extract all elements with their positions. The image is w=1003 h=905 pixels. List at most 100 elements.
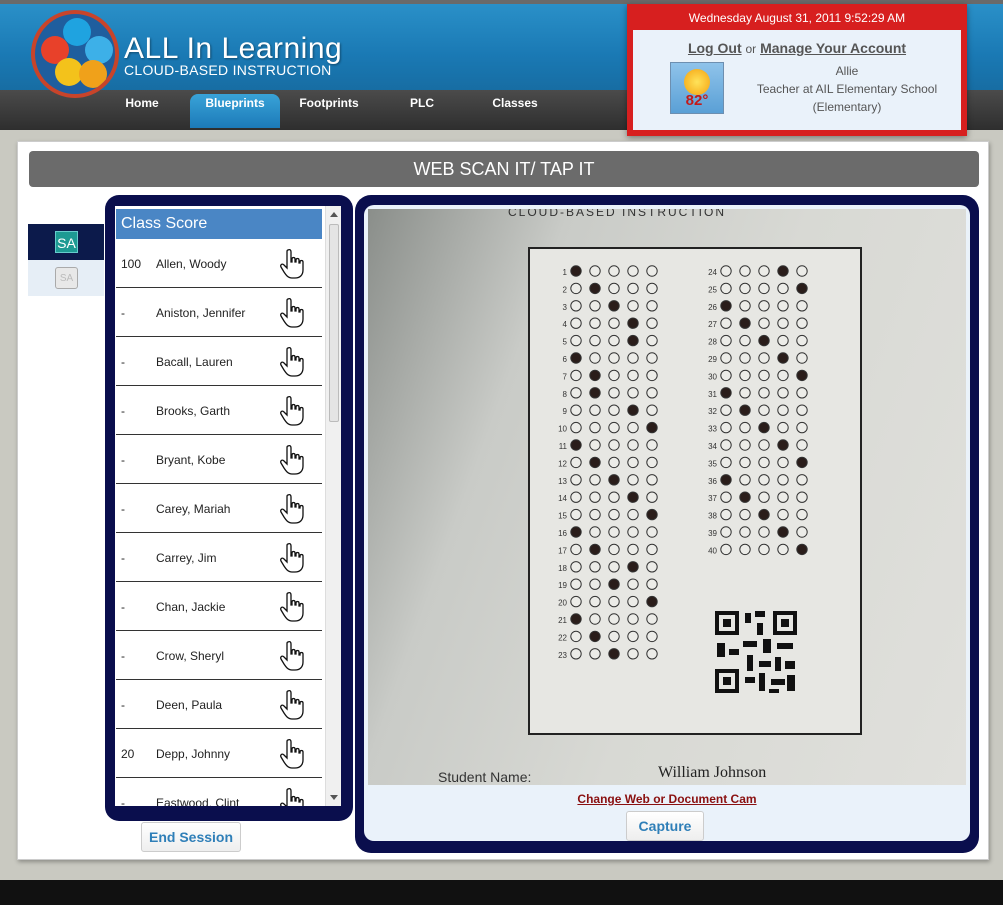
capture-button[interactable]: Capture	[626, 811, 704, 841]
left-bubble	[589, 526, 601, 538]
table-row[interactable]: - Carey, Mariah	[116, 484, 322, 533]
list-scrollbar[interactable]	[325, 206, 341, 806]
student-score: -	[121, 453, 125, 467]
side-tabs: SA SA	[28, 224, 104, 298]
table-row[interactable]: - Aniston, Jennifer	[116, 288, 322, 337]
table-row[interactable]: 100 Allen, Woody	[116, 239, 322, 288]
left-bubble	[627, 474, 639, 486]
right-bubble	[758, 543, 770, 556]
left-bubble	[589, 595, 601, 608]
table-row[interactable]: - Brooks, Garth	[116, 386, 322, 435]
left-bubble	[646, 352, 658, 364]
left-bubble	[570, 421, 582, 434]
nav-plc[interactable]: PLC	[395, 96, 449, 130]
left-bubble	[589, 508, 601, 521]
left-bubble	[589, 334, 601, 347]
table-row[interactable]: - Eastwood, Clint	[116, 778, 322, 806]
left-bubble	[646, 300, 658, 312]
right-bubble	[739, 543, 751, 556]
left-bubble	[627, 352, 639, 364]
question-number: 34	[708, 442, 717, 451]
sheet-brand-text: CLOUD-BASED INSTRUCTION	[508, 209, 727, 219]
scroll-up-arrow-icon[interactable]	[330, 212, 338, 217]
left-bubble	[608, 508, 620, 521]
right-bubble	[758, 352, 770, 364]
right-bubble	[739, 439, 751, 451]
right-bubble	[777, 265, 789, 277]
hand-pointer-icon[interactable]	[280, 689, 306, 721]
right-bubble	[739, 369, 751, 382]
right-bubble	[777, 474, 789, 486]
logo-icon[interactable]	[31, 10, 119, 98]
hand-pointer-icon[interactable]	[280, 248, 306, 280]
left-bubble	[589, 404, 601, 416]
hand-pointer-icon[interactable]	[280, 640, 306, 672]
left-bubble	[646, 439, 658, 451]
hand-pointer-icon[interactable]	[280, 738, 306, 770]
table-row[interactable]: 20 Depp, Johnny	[116, 729, 322, 778]
change-cam-link[interactable]: Change Web or Document Cam	[364, 792, 970, 806]
table-row[interactable]: - Crow, Sheryl	[116, 631, 322, 680]
right-bubble	[777, 300, 789, 312]
table-row[interactable]: - Chan, Jackie	[116, 582, 322, 631]
hand-pointer-icon[interactable]	[280, 542, 306, 574]
camera-panel: CLOUD-BASED INSTRUCTION 1 2 3 4 5 6 7 8 9 10 11 12 1…	[355, 195, 979, 853]
hand-pointer-icon[interactable]	[280, 493, 306, 525]
right-bubble	[777, 439, 789, 451]
question-number: 12	[558, 459, 567, 468]
table-row[interactable]: - Deen, Paula	[116, 680, 322, 729]
table-row[interactable]: - Bryant, Kobe	[116, 435, 322, 484]
question-number: 16	[558, 529, 567, 538]
main-panel: WEB SCAN IT/ TAP IT SA SA Class Score 10…	[17, 141, 989, 860]
question-number: 40	[708, 546, 717, 555]
side-tab-sa[interactable]: SA	[28, 260, 104, 296]
left-bubble	[646, 613, 658, 625]
class-score-panel: Class Score 100 Allen, Woody - Aniston, Jen…	[105, 195, 353, 821]
left-bubble	[570, 404, 582, 416]
right-bubble	[720, 543, 732, 556]
left-bubble	[646, 387, 658, 399]
student-score: -	[121, 649, 125, 663]
question-number: 7	[563, 372, 568, 381]
right-bubble	[739, 404, 751, 416]
left-bubble	[589, 265, 601, 277]
nav-footprints[interactable]: Footprints	[292, 96, 366, 130]
right-bubble	[758, 300, 770, 312]
scroll-down-arrow-icon[interactable]	[330, 795, 338, 800]
student-score: -	[121, 306, 125, 320]
hand-pointer-icon[interactable]	[280, 444, 306, 476]
left-bubble	[608, 543, 620, 556]
question-number: 1	[563, 268, 568, 277]
scroll-thumb[interactable]	[329, 224, 339, 422]
hand-pointer-icon[interactable]	[280, 346, 306, 378]
question-number: 37	[708, 494, 717, 503]
right-bubble	[796, 387, 808, 399]
student-score: -	[121, 796, 125, 806]
left-bubble	[646, 595, 658, 608]
sa-chip: SA	[55, 231, 78, 253]
hand-pointer-icon[interactable]	[280, 395, 306, 427]
manage-account-link[interactable]: Manage Your Account	[760, 40, 906, 56]
left-bubble	[608, 630, 620, 643]
left-bubble	[570, 352, 582, 364]
left-bubble	[627, 648, 639, 660]
table-row[interactable]: - Bacall, Lauren	[116, 337, 322, 386]
footer-bar	[0, 880, 1003, 905]
hand-pointer-icon[interactable]	[280, 591, 306, 623]
left-bubble	[608, 526, 620, 538]
table-row[interactable]: - Carrey, Jim	[116, 533, 322, 582]
side-tab-sa-active[interactable]: SA	[28, 224, 104, 260]
question-number: 5	[563, 338, 568, 347]
nav-classes[interactable]: Classes	[482, 96, 548, 130]
page-title: WEB SCAN IT/ TAP IT	[29, 151, 979, 187]
logout-link[interactable]: Log Out	[688, 40, 742, 56]
student-score: 100	[121, 257, 142, 271]
end-session-button[interactable]: End Session	[141, 822, 241, 852]
right-bubble	[758, 369, 770, 382]
hand-pointer-icon[interactable]	[280, 787, 306, 806]
nav-blueprints[interactable]: Blueprints	[190, 94, 280, 128]
camera-inner: CLOUD-BASED INSTRUCTION 1 2 3 4 5 6 7 8 9 10 11 12 1…	[364, 205, 970, 841]
question-number: 20	[558, 599, 567, 608]
hand-pointer-icon[interactable]	[280, 297, 306, 329]
nav-home[interactable]: Home	[112, 96, 172, 130]
